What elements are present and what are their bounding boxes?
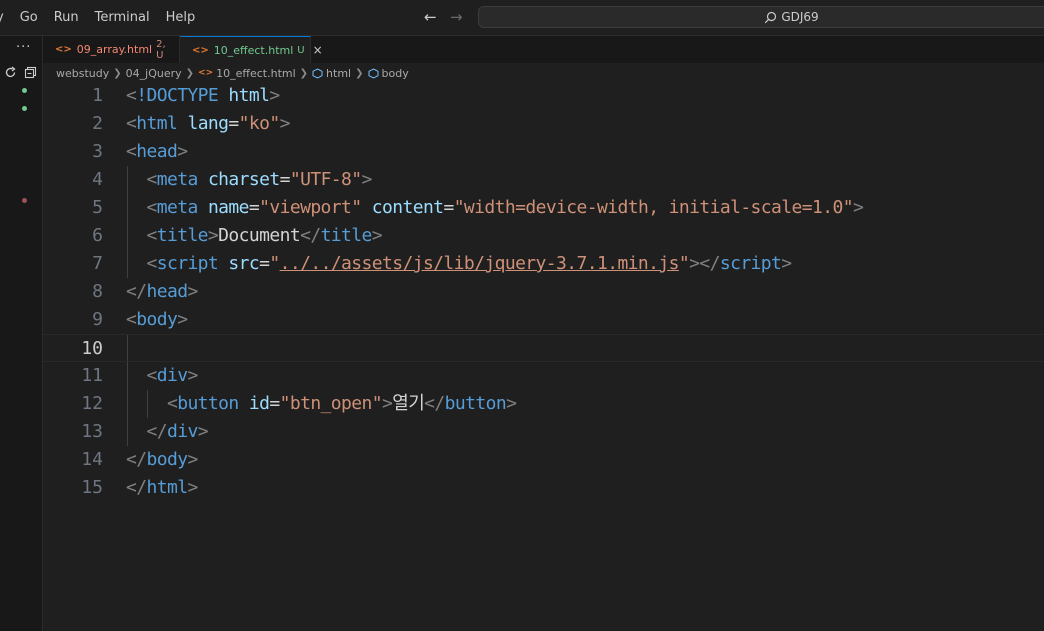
code-line: 12 <button id="btn_open">열기</button>: [43, 390, 1044, 418]
line-content: </div>: [146, 421, 208, 442]
chevron-right-icon: ❯: [355, 67, 364, 79]
line-number: 10: [81, 338, 103, 359]
menu-help[interactable]: Help: [158, 10, 204, 25]
more-actions-icon[interactable]: ···: [16, 40, 31, 55]
line-number: 13: [81, 421, 103, 442]
git-added-dot: [22, 88, 27, 93]
breadcrumb-item[interactable]: webstudy: [56, 67, 109, 80]
code-line: 3 <head>: [43, 138, 1044, 166]
line-content: <!DOCTYPE html>: [126, 85, 280, 106]
tab-09-array[interactable]: <> 09_array.html 2, U: [43, 36, 180, 63]
code-line: 14 </body>: [43, 446, 1044, 474]
html-file-icon: <>: [55, 44, 72, 55]
code-line: 9 <body>: [43, 306, 1044, 334]
code-line: 4 <meta charset="UTF-8">: [43, 166, 1044, 194]
refresh-icon[interactable]: [4, 66, 17, 79]
html-file-icon: <>: [198, 68, 214, 78]
code-line: 5 <meta name="viewport" content="width=d…: [43, 194, 1044, 222]
tab-status-badge: U: [297, 44, 305, 56]
breadcrumb: webstudy ❯ 04_jQuery ❯ <> 10_effect.html…: [56, 64, 409, 82]
line-content: <button id="btn_open">열기</button>: [166, 393, 517, 414]
chevron-right-icon: ❯: [299, 67, 309, 79]
line-number: 2: [92, 113, 103, 134]
code-line: 6 <title>Document</title>: [43, 222, 1044, 250]
line-content: <body>: [126, 309, 188, 330]
tab-label: 09_array.html: [76, 43, 153, 56]
line-number: 5: [92, 197, 103, 218]
code-line: 11 <div>: [43, 362, 1044, 390]
line-number: 7: [92, 253, 103, 274]
breadcrumb-item[interactable]: 10_effect.html: [216, 67, 296, 80]
breadcrumb-item[interactable]: body: [382, 67, 409, 80]
line-number: 8: [92, 281, 103, 302]
git-added-dot: [22, 106, 27, 111]
explorer-panel: ···: [0, 36, 43, 631]
line-number: 6: [92, 225, 103, 246]
line-number: 15: [81, 477, 103, 498]
line-number: 4: [92, 169, 103, 190]
tab-status-badge: 2, U: [156, 38, 166, 61]
close-icon[interactable]: ×: [313, 43, 323, 57]
menu-terminal[interactable]: Terminal: [87, 10, 158, 25]
code-line-current: 10: [43, 334, 1044, 362]
symbol-element-icon: [312, 67, 323, 79]
code-line: 7 <script src="../../assets/js/lib/jquer…: [43, 250, 1044, 278]
html-file-icon: <>: [192, 44, 209, 56]
title-bar: y Go Run Terminal Help ← → GDJ69: [0, 0, 1044, 36]
line-number: 14: [81, 449, 103, 470]
symbol-element-icon: [368, 67, 378, 79]
tab-10-effect[interactable]: <> 10_effect.html U ×: [180, 36, 323, 63]
chevron-right-icon: ❯: [185, 67, 195, 79]
breadcrumb-item[interactable]: html: [326, 67, 351, 80]
line-content: </html>: [126, 477, 198, 498]
menu-run[interactable]: Run: [46, 10, 87, 25]
forward-arrow-icon[interactable]: →: [450, 8, 463, 26]
git-error-dot: [22, 198, 27, 203]
workspace-name: GDJ69: [781, 10, 819, 24]
line-content: <html lang="ko">: [126, 113, 290, 134]
code-line: 2 <html lang="ko">: [43, 110, 1044, 138]
tab-label: 10_effect.html: [213, 43, 294, 57]
line-content: <script src="../../assets/js/lib/jquery-…: [146, 253, 792, 274]
line-content: <title>Document</title>: [146, 225, 382, 246]
line-number: 1: [92, 85, 103, 106]
breadcrumb-item[interactable]: 04_jQuery: [126, 67, 182, 80]
menu-view[interactable]: y: [0, 10, 12, 25]
line-content: <div>: [146, 365, 198, 386]
collapse-all-icon[interactable]: [24, 66, 37, 79]
code-line: 1 <!DOCTYPE html>: [43, 82, 1044, 110]
command-center-search[interactable]: GDJ69: [478, 6, 1044, 28]
menu-go[interactable]: Go: [12, 10, 46, 25]
line-content: </head>: [126, 281, 198, 302]
line-number: 9: [92, 309, 103, 330]
editor-tab-bar: <> 09_array.html 2, U <> 10_effect.html …: [43, 36, 1044, 63]
line-content: <meta charset="UTF-8">: [146, 169, 372, 190]
line-number: 11: [81, 365, 103, 386]
code-line: 8 </head>: [43, 278, 1044, 306]
code-line: 15 </html>: [43, 474, 1044, 502]
line-number: 3: [92, 141, 103, 162]
chevron-right-icon: ❯: [113, 67, 122, 79]
script-src-link[interactable]: ../../assets/js/lib/jquery-3.7.1.min.js: [280, 253, 680, 274]
code-editor[interactable]: 1 <!DOCTYPE html> 2 <html lang="ko"> 3 <…: [43, 82, 1044, 631]
line-number: 12: [81, 393, 103, 414]
line-content: <meta name="viewport" content="width=dev…: [146, 197, 864, 218]
code-line: 13 </div>: [43, 418, 1044, 446]
line-content: <head>: [126, 141, 188, 162]
back-arrow-icon[interactable]: ←: [424, 8, 437, 26]
search-icon: [765, 11, 777, 23]
line-content: </body>: [126, 449, 198, 470]
